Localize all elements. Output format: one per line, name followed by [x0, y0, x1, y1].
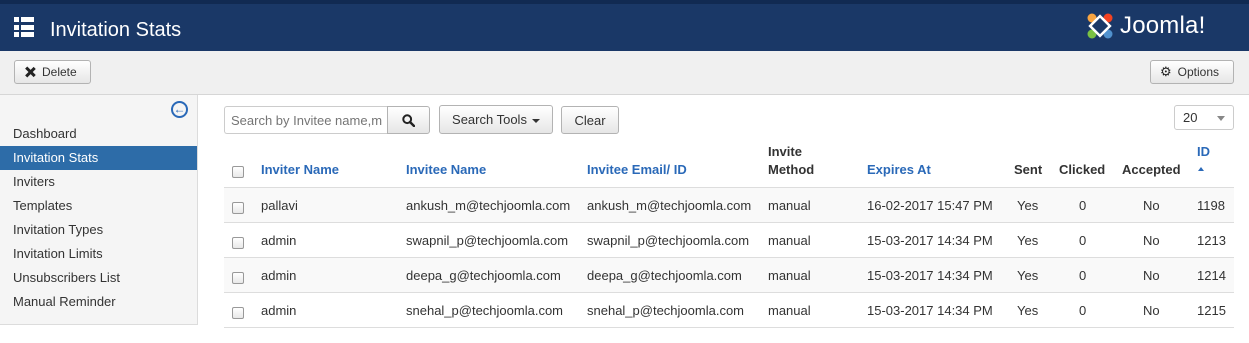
- close-icon: [24, 66, 36, 78]
- cell-invitee: swapnil_p@techjoomla.com: [406, 233, 569, 248]
- sidebar-item-invitation-limits[interactable]: Invitation Limits: [0, 242, 197, 266]
- row-checkbox[interactable]: [232, 237, 244, 249]
- search-icon: [402, 113, 415, 127]
- col-accepted: Accepted: [1122, 162, 1181, 177]
- cell-accepted: No: [1143, 198, 1160, 213]
- search-tools-label: Search Tools: [452, 112, 527, 127]
- table-row: admin deepa_g@techjoomla.com deepa_g@tec…: [224, 258, 1234, 293]
- chevron-down-icon: [1217, 116, 1225, 121]
- cell-clicked: 0: [1079, 303, 1087, 318]
- cell-id: 1214: [1197, 268, 1226, 283]
- options-button[interactable]: ⚙ Options: [1150, 60, 1234, 84]
- toolbar: Delete ⚙ Options: [0, 51, 1249, 95]
- cell-email: swapnil_p@techjoomla.com: [587, 233, 750, 248]
- row-checkbox[interactable]: [232, 307, 244, 319]
- row-checkbox[interactable]: [232, 272, 244, 284]
- cell-expires: 15-03-2017 14:34 PM: [867, 233, 993, 248]
- caret-down-icon: [531, 118, 540, 123]
- col-sent: Sent: [1014, 162, 1043, 177]
- cell-clicked: 0: [1079, 198, 1087, 213]
- col-invitee-email[interactable]: Invitee Email/ ID: [587, 161, 687, 179]
- search-button[interactable]: [387, 106, 430, 134]
- page-title: Invitation Stats: [50, 19, 182, 41]
- cell-accepted: No: [1143, 233, 1160, 248]
- sidebar-item-manual-reminder[interactable]: Manual Reminder: [0, 290, 197, 314]
- cell-email: snehal_p@techjoomla.com: [587, 303, 745, 318]
- col-expires-at[interactable]: Expires At: [867, 161, 931, 179]
- collapse-arrow-icon[interactable]: ←: [171, 101, 188, 118]
- cell-sent: Yes: [1017, 303, 1039, 318]
- cell-expires: 16-02-2017 15:47 PM: [867, 198, 993, 213]
- cell-email: deepa_g@techjoomla.com: [587, 268, 742, 283]
- table-row: admin snehal_p@techjoomla.com snehal_p@t…: [224, 293, 1234, 328]
- cell-inviter: admin: [261, 268, 297, 283]
- cell-inviter: admin: [261, 233, 297, 248]
- row-checkbox[interactable]: [232, 202, 244, 214]
- select-all-checkbox[interactable]: [232, 166, 244, 178]
- options-button-label: Options: [1177, 65, 1220, 79]
- col-invite-method-line2: Method: [768, 162, 815, 177]
- list-limit-select[interactable]: 20: [1174, 105, 1234, 130]
- cell-expires: 15-03-2017 14:34 PM: [867, 268, 993, 283]
- cell-accepted: No: [1143, 303, 1160, 318]
- sidebar-item-unsubscribers-list[interactable]: Unsubscribers List: [0, 266, 197, 290]
- sidebar-item-templates[interactable]: Templates: [0, 194, 197, 218]
- sidebar: ← Dashboard Invitation Stats Inviters Te…: [0, 95, 198, 325]
- cell-email: ankush_m@techjoomla.com: [587, 198, 752, 213]
- cell-clicked: 0: [1079, 233, 1087, 248]
- sidebar-item-inviters[interactable]: Inviters: [0, 170, 197, 194]
- search-input[interactable]: [224, 106, 388, 134]
- search-tools-button[interactable]: Search Tools: [439, 105, 553, 134]
- delete-button[interactable]: Delete: [14, 60, 91, 84]
- col-invite-method-line1: Invite: [768, 144, 802, 159]
- cell-method: manual: [768, 198, 811, 213]
- clear-button[interactable]: Clear: [561, 106, 619, 134]
- cell-method: manual: [768, 303, 811, 318]
- cell-sent: Yes: [1017, 198, 1039, 213]
- cell-invitee: snehal_p@techjoomla.com: [406, 303, 564, 318]
- cell-invitee: ankush_m@techjoomla.com: [406, 198, 571, 213]
- cell-invitee: deepa_g@techjoomla.com: [406, 268, 561, 283]
- sort-asc-icon: [1198, 167, 1204, 171]
- joomla-wordmark: Joomla!: [1120, 12, 1206, 39]
- sidebar-item-dashboard[interactable]: Dashboard: [0, 122, 197, 146]
- cell-id: 1198: [1197, 198, 1225, 213]
- cell-clicked: 0: [1079, 268, 1087, 283]
- sidebar-item-invitation-types[interactable]: Invitation Types: [0, 218, 197, 242]
- col-id[interactable]: ID: [1197, 143, 1210, 161]
- table-row: pallavi ankush_m@techjoomla.com ankush_m…: [224, 188, 1234, 223]
- gear-icon: ⚙: [1160, 64, 1172, 79]
- cell-sent: Yes: [1017, 268, 1039, 283]
- cell-expires: 15-03-2017 14:34 PM: [867, 303, 993, 318]
- joomla-logo-icon: [1087, 13, 1113, 39]
- cell-method: manual: [768, 268, 811, 283]
- col-clicked: Clicked: [1059, 162, 1106, 177]
- table-row: admin swapnil_p@techjoomla.com swapnil_p…: [224, 223, 1234, 258]
- cell-inviter: admin: [261, 303, 297, 318]
- table-header: Inviter Name Invitee Name Invitee Email/…: [224, 140, 1234, 188]
- delete-button-label: Delete: [42, 65, 77, 79]
- cell-inviter: pallavi: [261, 198, 298, 213]
- cell-accepted: No: [1143, 268, 1160, 283]
- col-inviter-name[interactable]: Inviter Name: [261, 161, 339, 179]
- joomla-logo[interactable]: Joomla!: [1084, 10, 1234, 46]
- menu-icon[interactable]: [14, 17, 34, 37]
- top-header: Invitation Stats Joomla!: [0, 0, 1249, 51]
- cell-method: manual: [768, 233, 811, 248]
- cell-id: 1213: [1197, 233, 1226, 248]
- sidebar-item-invitation-stats[interactable]: Invitation Stats: [0, 146, 197, 170]
- col-invitee-name[interactable]: Invitee Name: [406, 161, 486, 179]
- cell-sent: Yes: [1017, 233, 1039, 248]
- list-limit-value: 20: [1183, 110, 1198, 125]
- cell-id: 1215: [1197, 303, 1226, 318]
